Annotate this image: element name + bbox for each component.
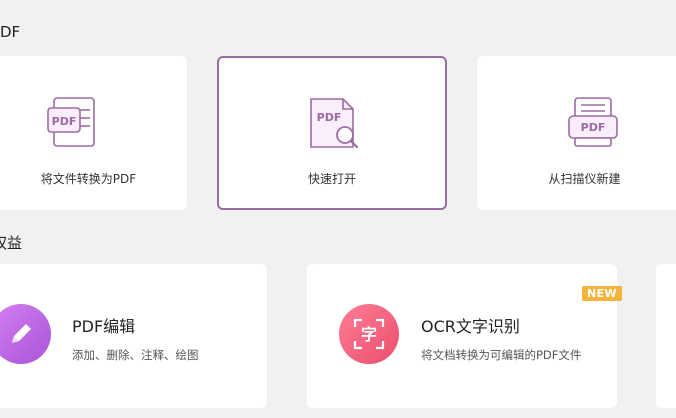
svg-text:字: 字 (361, 325, 377, 344)
section-title-pdf: DF (0, 23, 21, 41)
convert-to-pdf-label: 将文件转换为PDF (40, 172, 137, 186)
pdf-search-icon: PDF (305, 97, 361, 157)
pdf-edit-desc: 添加、删除、注释、绘图 (72, 348, 199, 362)
ocr-desc: 将文档转换为可编辑的PDF文件 (421, 348, 582, 362)
feature-card-partial[interactable] (656, 264, 676, 408)
ocr-char-icon: 字 (339, 304, 399, 364)
new-from-scanner-label: 从扫描仪新建 (548, 172, 621, 186)
pdf-edit-card[interactable]: PDF编辑 添加、删除、注释、绘图 (0, 264, 267, 408)
pdf-convert-icon: PDF (44, 96, 100, 156)
svg-text:PDF: PDF (317, 111, 342, 124)
pencil-icon (0, 304, 51, 364)
section-title-rights: 权益 (0, 234, 23, 252)
svg-text:PDF: PDF (52, 115, 77, 128)
svg-text:PDF: PDF (581, 121, 606, 134)
new-badge: NEW (582, 286, 622, 301)
ocr-title: OCR文字识别 (421, 317, 520, 336)
convert-to-pdf-card[interactable]: PDF 将文件转换为PDF (0, 56, 187, 210)
ocr-card[interactable]: 字 NEW OCR文字识别 将文档转换为可编辑的PDF文件 (307, 264, 622, 408)
scanner-icon: PDF (565, 96, 621, 156)
quick-open-card[interactable]: PDF 快速打开 (217, 56, 447, 210)
pdf-edit-title: PDF编辑 (72, 317, 136, 336)
new-from-scanner-card[interactable]: PDF 从扫描仪新建 (477, 56, 676, 210)
quick-open-label: 快速打开 (307, 172, 356, 186)
